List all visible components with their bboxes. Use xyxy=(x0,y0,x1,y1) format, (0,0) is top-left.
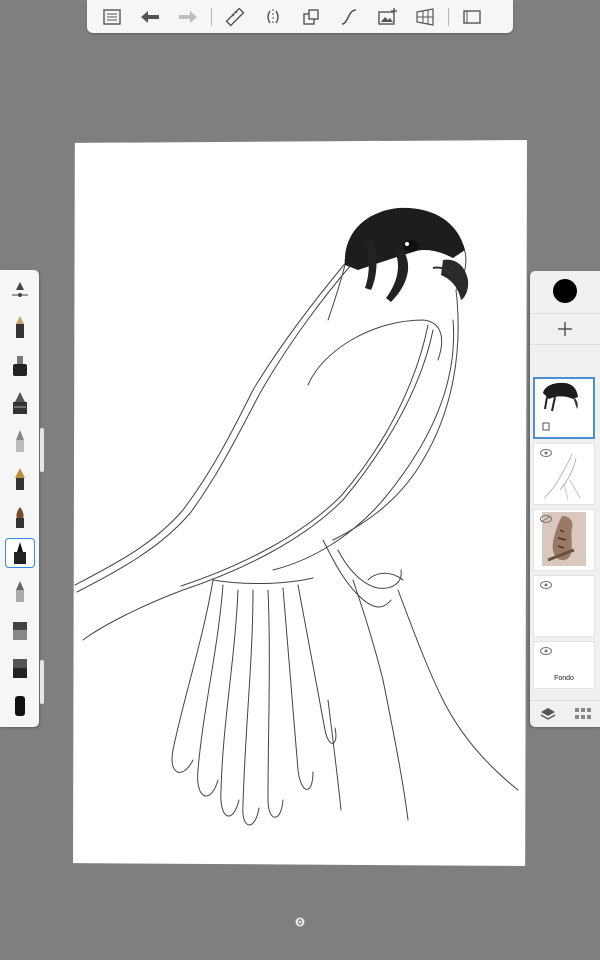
inking-pen-icon[interactable] xyxy=(5,538,35,568)
visibility-eye-icon[interactable] xyxy=(540,449,552,457)
layer-panel: Fondo xyxy=(530,271,600,727)
top-toolbar xyxy=(87,0,513,33)
transform-icon[interactable] xyxy=(292,0,330,33)
marker-brush-icon[interactable] xyxy=(5,350,35,380)
paintbrush-icon[interactable] xyxy=(5,502,35,532)
symmetry-icon[interactable] xyxy=(254,0,292,33)
eraser-brush-icon[interactable] xyxy=(5,614,35,644)
layer-falcon-head[interactable] xyxy=(533,377,595,439)
brush-palette-handle[interactable] xyxy=(40,660,44,704)
airbrush-icon[interactable] xyxy=(5,388,35,418)
visibility-eye-icon[interactable] xyxy=(540,647,552,655)
drawing-canvas[interactable] xyxy=(73,140,527,866)
fullscreen-icon[interactable] xyxy=(453,0,491,33)
layer-background-label: Fondo xyxy=(554,675,574,682)
smudge-brush-icon[interactable] xyxy=(5,652,35,682)
layer-sketch[interactable] xyxy=(533,443,595,505)
falcon-sketch xyxy=(74,207,519,826)
plus-icon xyxy=(558,322,572,336)
menu-list-icon[interactable] xyxy=(93,0,131,33)
curve-icon[interactable] xyxy=(330,0,368,33)
ballpoint-pen-icon[interactable] xyxy=(5,426,35,456)
brush-palette xyxy=(0,270,39,727)
layer-reference-photo[interactable] xyxy=(533,509,595,571)
add-layer-button[interactable] xyxy=(530,313,600,345)
visibility-eye-icon[interactable] xyxy=(540,581,552,589)
chisel-brush-icon[interactable] xyxy=(5,576,35,606)
pencil-brush-icon[interactable] xyxy=(5,312,35,342)
toolbar-divider xyxy=(448,7,449,26)
visibility-hidden-icon[interactable] xyxy=(540,515,552,523)
falcon-head-ink xyxy=(344,207,469,302)
puck-icon[interactable] xyxy=(295,917,305,927)
undo-icon[interactable] xyxy=(131,0,169,33)
brush-size-slider-icon[interactable] xyxy=(5,275,35,305)
redo-icon[interactable] xyxy=(169,0,207,33)
brush-palette-handle[interactable] xyxy=(40,428,44,472)
layer-background[interactable]: Fondo xyxy=(533,641,595,689)
perspective-grid-icon[interactable] xyxy=(406,0,444,33)
layers-stack-icon[interactable] xyxy=(540,707,556,721)
layer-empty[interactable] xyxy=(533,575,595,637)
toolbar-divider xyxy=(211,7,212,26)
grid-view-icon[interactable] xyxy=(574,708,591,720)
color-swatch[interactable] xyxy=(553,279,577,303)
ruler-icon[interactable] xyxy=(216,0,254,33)
fill-brush-icon[interactable] xyxy=(5,690,35,720)
layer-panel-footer xyxy=(530,700,600,727)
fountain-pen-icon[interactable] xyxy=(5,464,35,494)
image-add-icon[interactable] xyxy=(368,0,406,33)
layer-thumbnail xyxy=(542,382,578,431)
